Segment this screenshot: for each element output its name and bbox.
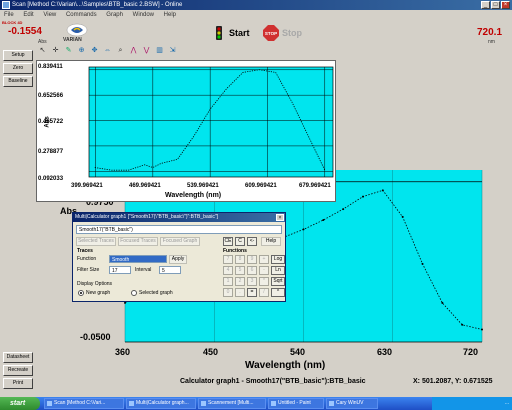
keypad-key[interactable]: ^ <box>271 288 285 297</box>
new-graph-radio[interactable] <box>78 290 84 296</box>
data-point <box>124 301 126 304</box>
data-point <box>461 323 464 326</box>
focused-graph-button[interactable]: Focused Graph <box>160 237 200 246</box>
keypad-key[interactable]: 3 <box>247 277 257 286</box>
keypad-key[interactable]: Ln <box>271 266 285 275</box>
inset-x-tick: 539.969421 <box>187 183 219 189</box>
selected-traces-button[interactable]: Selected Traces <box>76 237 116 246</box>
keypad-key[interactable]: 9 <box>247 255 257 264</box>
main-x-tick: 450 <box>203 347 219 357</box>
keypad-key[interactable]: * <box>259 277 269 286</box>
taskbar-item[interactable]: Scan [Method C:\Vari... <box>44 398 124 409</box>
keypad-key[interactable]: 5 <box>235 266 245 275</box>
keypad-key[interactable]: 6 <box>247 266 257 275</box>
keypad-key[interactable]: . <box>235 288 245 297</box>
expression-field[interactable]: Smooth17("BTB_basic") <box>76 225 282 234</box>
taskbar-item[interactable]: Cary WinUV <box>326 398 378 409</box>
inset-chart <box>88 66 334 178</box>
new-graph-label: New graph <box>86 290 111 296</box>
interval-label: Interval <box>135 267 152 273</box>
main-x-tick: 720 <box>463 347 479 357</box>
inset-y-tick: 0.652566 <box>38 93 64 99</box>
functions-label: Functions <box>223 248 247 254</box>
data-point <box>342 208 345 211</box>
calculator-title: Multi|Calculator graph1 ["Smooth17(\"BTB… <box>73 213 285 222</box>
traces-label: Traces <box>77 248 93 254</box>
taskbar: start Scan [Method C:\Vari... Multi|Calc… <box>0 397 512 410</box>
function-label: Function <box>77 256 97 262</box>
data-point <box>381 189 384 192</box>
inset-y-tick: 0.839411 <box>38 64 63 70</box>
keypad-key[interactable]: - <box>259 266 269 275</box>
filter-size-label: Filter Size <box>77 267 100 273</box>
taskbar-item[interactable]: Untitled - Paint <box>268 398 324 409</box>
system-tray: ... <box>432 397 512 410</box>
application-window: Scan [Method C:\Varian\...\Samples\BTB_b… <box>0 0 512 410</box>
cursor-coords: X: 501.2087, Y: 0.671525 <box>413 378 493 385</box>
main-x-tick: 630 <box>377 347 393 357</box>
display-options-label: Display Options <box>77 281 113 287</box>
ce-button[interactable]: CE <box>223 237 233 246</box>
keypad-key[interactable]: = <box>247 288 257 297</box>
selected-graph-radio[interactable] <box>131 290 137 296</box>
calculator-dialog[interactable]: Multi|Calculator graph1 ["Smooth17(\"BTB… <box>72 212 286 302</box>
inset-plot-area <box>88 66 334 178</box>
clear-button[interactable]: C <box>235 237 245 246</box>
main-x-tick: 360 <box>115 347 131 357</box>
keypad-key[interactable]: / <box>259 288 269 297</box>
keypad-key[interactable]: 4 <box>223 266 233 275</box>
inset-x-tick: 469.969421 <box>129 183 161 189</box>
inset-x-tick: 679.969421 <box>299 183 331 189</box>
focused-traces-button[interactable]: Focused Traces <box>118 237 158 246</box>
main-y-tick-bottom: -0.0500 <box>80 332 111 342</box>
function-select[interactable]: Smooth <box>109 255 167 263</box>
trace-status: Calculator graph1 - Smooth17("BTB_basic"… <box>180 378 366 385</box>
keypad-key[interactable]: 2 <box>235 277 245 286</box>
backspace-button[interactable]: <- <box>247 237 257 246</box>
selected-graph-label: Selected graph <box>139 290 173 296</box>
data-point <box>421 262 424 265</box>
data-point <box>401 215 404 218</box>
filter-size-field[interactable]: 17 <box>109 266 131 274</box>
data-point <box>441 301 444 304</box>
inset-y-tick: 0.092033 <box>38 176 64 182</box>
inset-x-label: Wavelength (nm) <box>165 192 222 199</box>
keypad-key[interactable]: 1 <box>223 277 233 286</box>
help-button[interactable]: Help <box>261 237 281 246</box>
inset-y-tick: 0.278877 <box>38 149 64 155</box>
keypad-key[interactable]: Log <box>271 255 285 264</box>
keypad-key[interactable]: 7 <box>223 255 233 264</box>
keypad-key[interactable]: 0 <box>223 288 233 297</box>
interval-field[interactable]: 5 <box>159 266 181 274</box>
keypad-key[interactable]: + <box>259 255 269 264</box>
start-menu-button[interactable]: start <box>0 397 40 410</box>
main-x-axis-label: Wavelength (nm) <box>245 360 326 371</box>
data-point <box>322 219 325 222</box>
inset-x-tick: 609.969421 <box>245 183 277 189</box>
inset-x-tick: 399.969421 <box>71 183 103 189</box>
data-point <box>362 195 364 198</box>
inset-chart-panel[interactable]: Abs 0.839411 0.652566 0.465722 0.278877 … <box>36 60 336 202</box>
data-point <box>302 228 305 231</box>
data-point <box>481 328 483 331</box>
keypad-key[interactable]: Sqrt <box>271 277 285 286</box>
keypad-key[interactable]: 8 <box>235 255 245 264</box>
calculator-close-button[interactable]: × <box>276 214 284 221</box>
apply-button[interactable]: Apply <box>169 255 187 264</box>
taskbar-item[interactable]: Multi|Calculator graph... <box>126 398 196 409</box>
main-x-tick: 540 <box>290 347 306 357</box>
taskbar-item[interactable]: Scannement [Multi... <box>198 398 266 409</box>
inset-y-tick: 0.465722 <box>38 119 64 125</box>
